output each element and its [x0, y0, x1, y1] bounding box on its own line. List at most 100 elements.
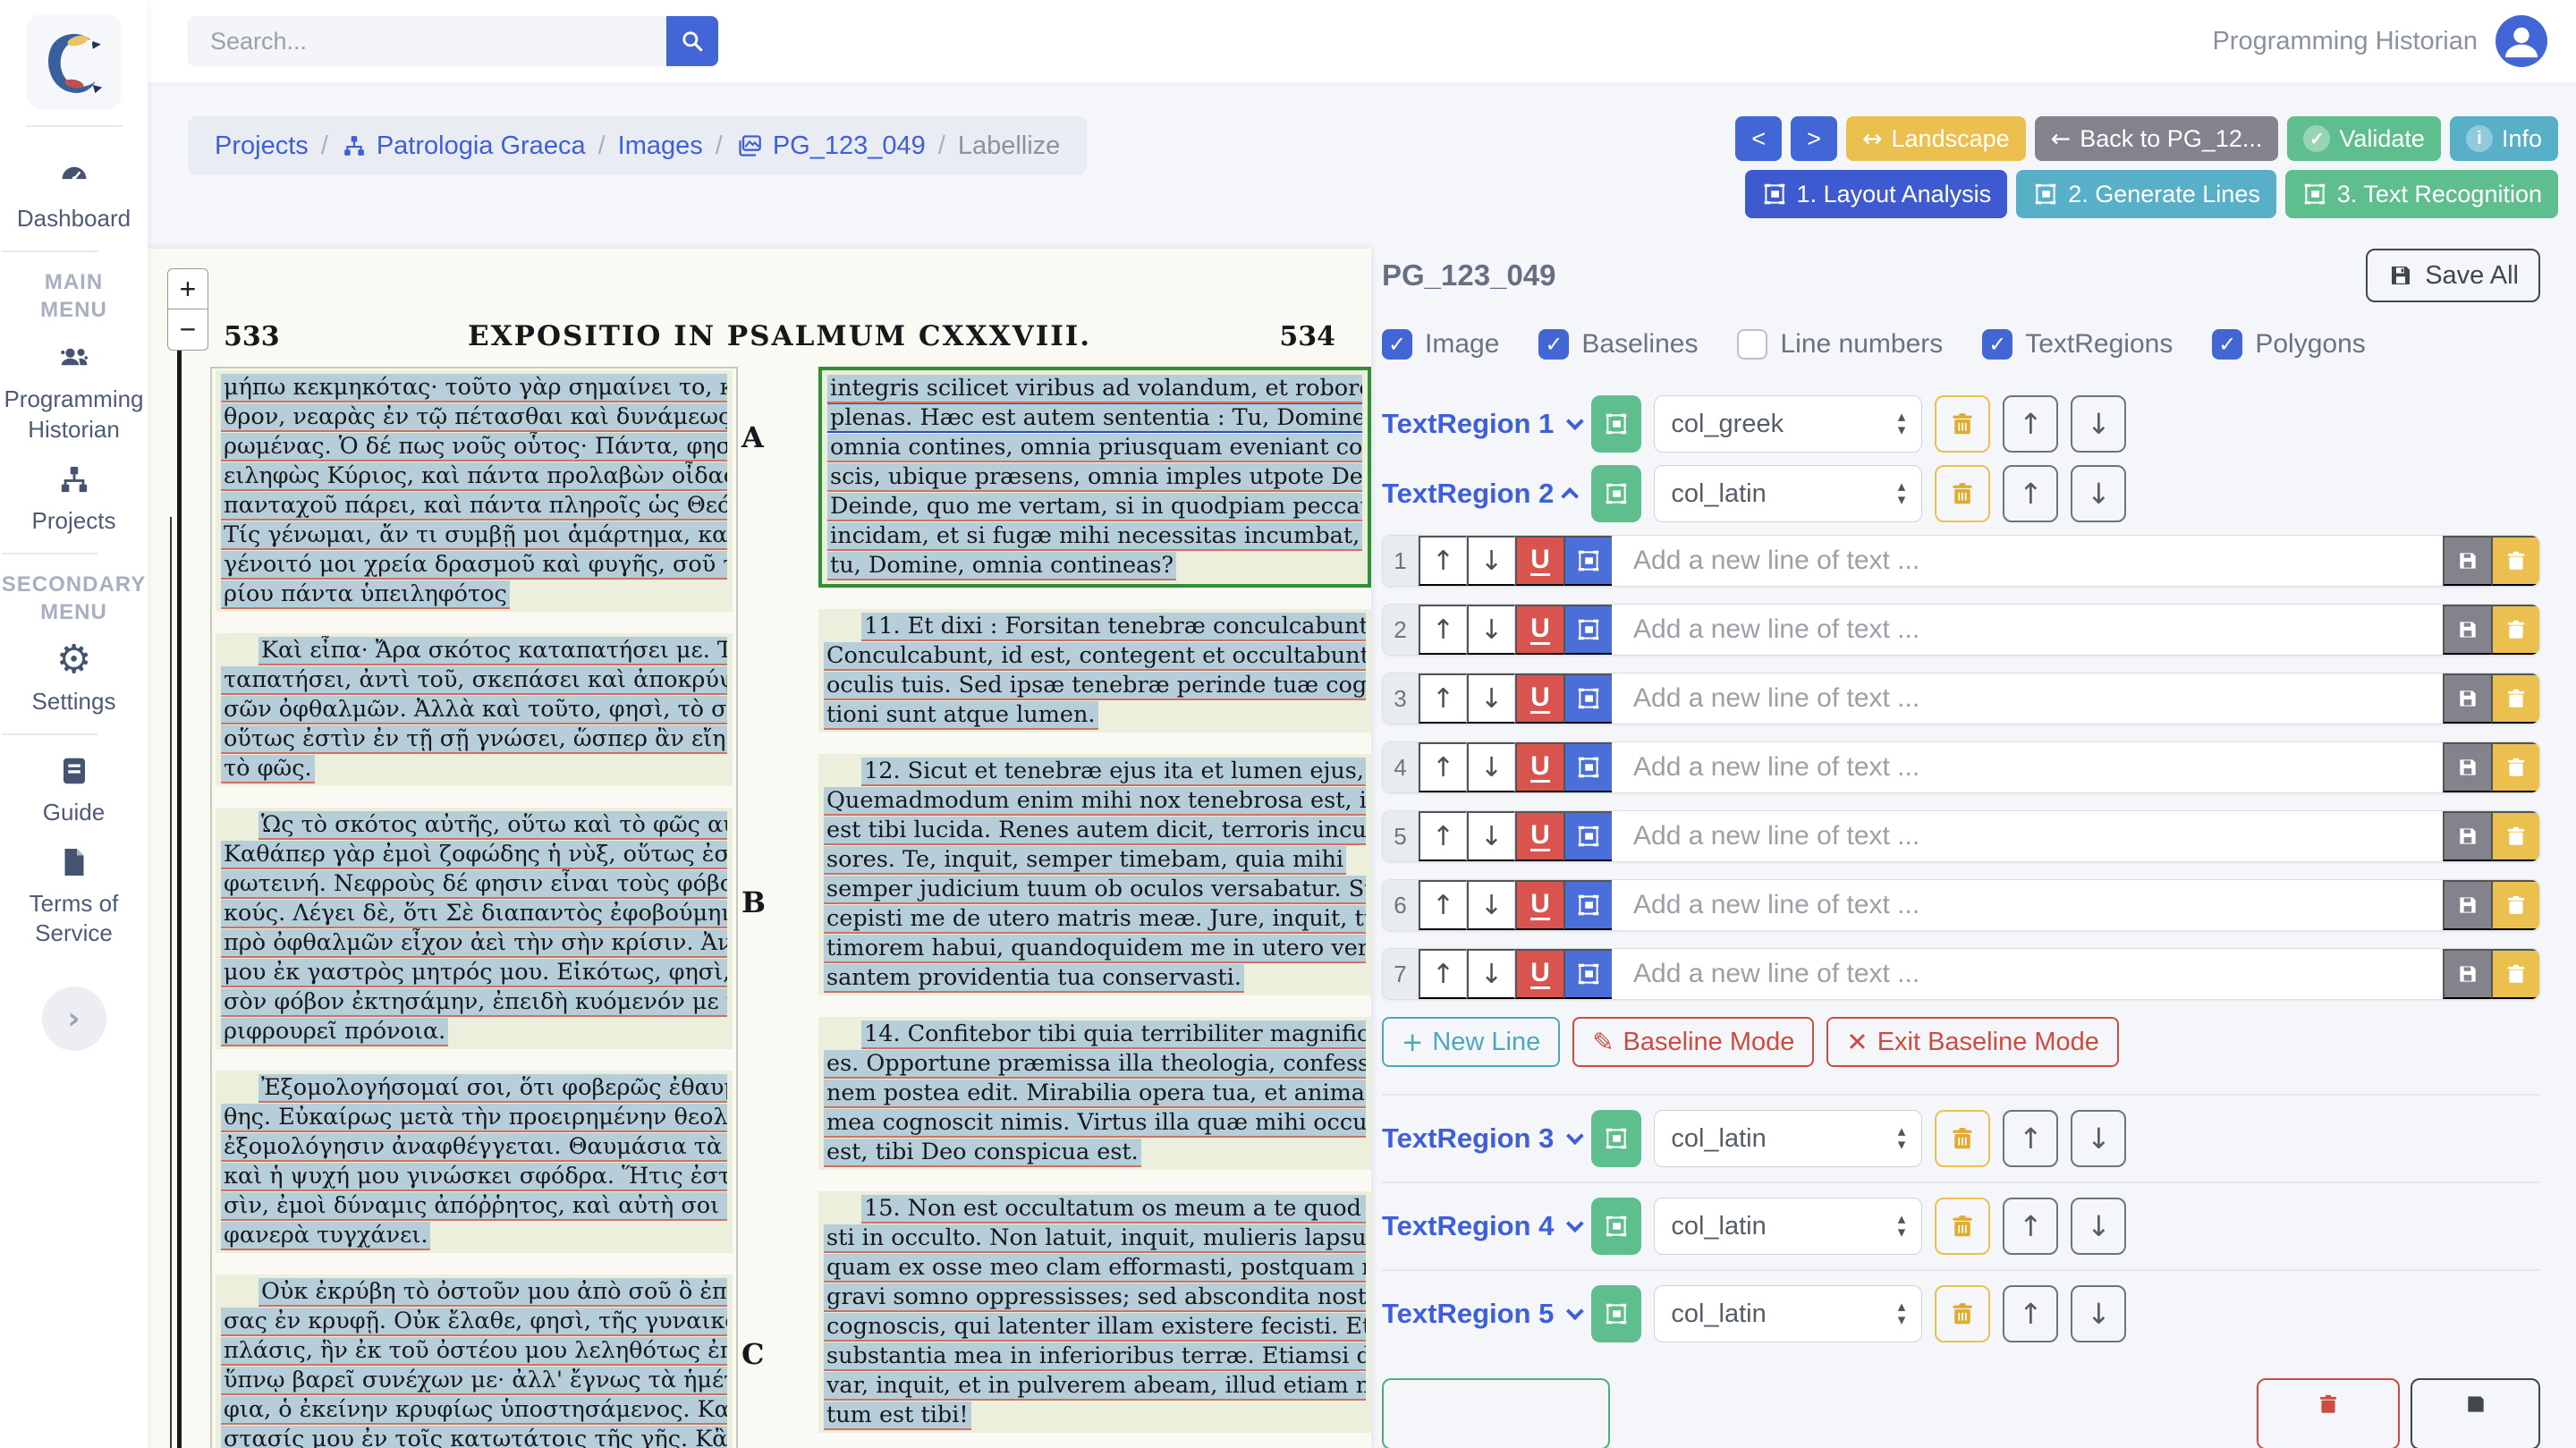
text-recognition-button[interactable]: 3. Text Recognition	[2284, 170, 2558, 218]
search-input[interactable]	[188, 16, 666, 66]
line-highlight[interactable]: oculis tuis. Sed ipsæ tenebræ perinde tu…	[824, 672, 1366, 699]
line-text-input[interactable]	[1612, 949, 2443, 999]
region-move-down-button[interactable]: ↓	[2071, 395, 2127, 453]
line-highlight[interactable]: 11. Et dixi : Forsitan tenebræ conculcab…	[861, 613, 1366, 639]
line-polygon-button[interactable]	[1563, 880, 1612, 930]
line-highlight[interactable]: 12. Sicut et tenebræ ejus ita et lumen e…	[861, 758, 1366, 784]
user-avatar[interactable]	[2496, 15, 2547, 67]
checkbox-line-numbers[interactable]: Line numbers	[1737, 329, 1943, 360]
region-move-up-button[interactable]: ↑	[2003, 1285, 2059, 1342]
line-move-up-button[interactable]: ↑	[1419, 811, 1467, 861]
line-text-input[interactable]	[1612, 673, 2443, 724]
line-highlight[interactable]: cepisti me de utero matris meæ. Jure, in…	[824, 905, 1366, 932]
line-highlight[interactable]: μου ἐκ γαστρὸς μητρός μου. Εἰκότως, φησὶ…	[221, 959, 727, 986]
breadcrumb-link[interactable]: PG_123_049	[735, 131, 926, 161]
line-highlight[interactable]: cognoscis, qui latenter illam existere f…	[824, 1313, 1366, 1340]
checkbox-baselines[interactable]: ✓ Baselines	[1538, 329, 1698, 360]
line-highlight[interactable]: στασίς μου ἐν τοῖς κατωτάτοις τῆς γῆς. Κ…	[221, 1426, 727, 1448]
line-highlight[interactable]: tioni sunt atque lumen.	[824, 701, 1098, 728]
line-delete-button[interactable]	[2491, 605, 2539, 655]
line-highlight[interactable]: gravi somno oppressisses; sed abscondita…	[824, 1283, 1366, 1310]
region-move-up-button[interactable]: ↑	[2003, 1198, 2059, 1255]
line-highlight[interactable]: substantia mea in inferioribus terræ. Et…	[824, 1342, 1366, 1369]
region-polygon-button[interactable]	[1591, 1285, 1642, 1342]
checkbox-box[interactable]	[1737, 329, 1768, 360]
line-save-button[interactable]	[2443, 811, 2491, 861]
line-highlight[interactable]: φωτεινή. Νεφροὺς δέ φησιν εἶναι τοὺς φόβ…	[221, 870, 727, 897]
region-move-down-button[interactable]: ↓	[2071, 465, 2127, 522]
region-move-up-button[interactable]: ↑	[2003, 465, 2059, 522]
line-highlight[interactable]: πανταχοῦ πάρει, καὶ πάντα πληροῖς ὡς Θεό…	[221, 492, 727, 519]
new-textregion-button[interactable]	[1382, 1378, 1610, 1448]
line-highlight[interactable]: est, tibi Deo conspicua est.	[824, 1139, 1141, 1165]
region-move-up-button[interactable]: ↑	[2003, 395, 2059, 453]
line-move-down-button[interactable]: ↓	[1467, 536, 1515, 586]
line-highlight[interactable]: πρὸ ὀφθαλμῶν εἶχον ἀεὶ τὴν σὴν κρίσιν. Ἀ…	[221, 929, 727, 956]
line-highlight[interactable]: σῶν ὀφθαλμῶν. Ἀλλὰ καὶ τοῦτο, φησὶ, τὸ σ…	[221, 696, 727, 723]
line-highlight[interactable]: integris scilicet viribus ad volandum, e…	[827, 375, 1362, 402]
line-delete-button[interactable]	[2491, 880, 2539, 930]
checkbox-box[interactable]: ✓	[1982, 329, 2013, 360]
region-toggle[interactable]: TextRegion 4	[1382, 1210, 1585, 1242]
line-highlight[interactable]: μήπω κεκμηκότας· τοῦτο γὰρ σημαίνει το, …	[221, 374, 727, 401]
line-move-up-button[interactable]: ↑	[1419, 949, 1467, 999]
line-move-down-button[interactable]: ↓	[1467, 811, 1515, 861]
zoom-out-button[interactable]: −	[167, 309, 208, 351]
region-move-down-button[interactable]: ↓	[2071, 1198, 2127, 1255]
line-delete-button[interactable]	[2491, 742, 2539, 792]
line-highlight[interactable]: Ἐξομολογήσομαί σοι, ὅτι φοβερῶς ἐθαυμαστ…	[258, 1074, 727, 1101]
line-move-down-button[interactable]: ↓	[1467, 949, 1515, 999]
region-polygon-button[interactable]	[1591, 395, 1642, 453]
line-highlight[interactable]: ρίου πάντα ὑπειληφότος	[221, 580, 510, 607]
region-delete-button[interactable]	[1935, 1285, 1991, 1342]
region-type-select[interactable]: col_greek ▴ ▾	[1654, 395, 1923, 453]
line-text-input[interactable]	[1612, 742, 2443, 792]
line-save-button[interactable]	[2443, 673, 2491, 724]
line-unicode-button[interactable]: U	[1515, 673, 1563, 724]
line-highlight[interactable]: τὸ φῶς.	[221, 755, 315, 782]
validate-button[interactable]: ✓ Validate	[2287, 116, 2441, 161]
region-toggle[interactable]: TextRegion 3	[1382, 1122, 1585, 1155]
line-highlight[interactable]: plenas. Hæc est autem sententia : Tu, Do…	[827, 403, 1362, 433]
sidebar-item-projects[interactable]: Projects	[2, 460, 146, 537]
line-highlight[interactable]: semper judicium tuum ob oculos versabatu…	[824, 876, 1366, 902]
region-toggle[interactable]: TextRegion 2	[1382, 478, 1580, 510]
line-highlight[interactable]: santem providentia tua conservasti.	[824, 964, 1244, 991]
checkbox-polygons[interactable]: ✓ Polygons	[2212, 329, 2366, 360]
zoom-in-button[interactable]: +	[167, 268, 208, 309]
line-highlight[interactable]: ὕπνῳ βαρεῖ συνέχων με· ἀλλ' ἔγνως τὰ ἡμέ…	[221, 1367, 727, 1393]
latin-column[interactable]: integris scilicet viribus ad volandum, e…	[818, 367, 1371, 1448]
line-highlight[interactable]: ειληφὼς Κύριος, καὶ πάντα προλαβὼν οἶδας…	[221, 462, 727, 489]
line-move-down-button[interactable]: ↓	[1467, 880, 1515, 930]
back-button[interactable]: ← Back to PG_12...	[2034, 116, 2279, 161]
line-move-down-button[interactable]: ↓	[1467, 673, 1515, 724]
info-button[interactable]: i Info	[2449, 116, 2558, 161]
region-move-down-button[interactable]: ↓	[2071, 1110, 2127, 1167]
new-line-button[interactable]: + New Line	[1382, 1017, 1561, 1067]
line-highlight[interactable]: incidam, et si fugæ mihi necessitas incu…	[827, 522, 1362, 549]
line-highlight[interactable]: nem postea edit. Mirabilia opera tua, et…	[824, 1080, 1366, 1106]
generate-lines-button[interactable]: 2. Generate Lines	[2016, 170, 2276, 218]
region-type-select[interactable]: col_latin ▴ ▾	[1654, 1110, 1923, 1167]
line-move-up-button[interactable]: ↑	[1419, 880, 1467, 930]
line-unicode-button[interactable]: U	[1515, 949, 1563, 999]
region-move-down-button[interactable]: ↓	[2071, 1285, 2127, 1342]
line-highlight[interactable]: sores. Te, inquit, semper timebam, quia …	[824, 846, 1347, 873]
landscape-button[interactable]: ↔ Landscape	[1845, 116, 2026, 161]
greek-column-region[interactable]: μήπω κεκμηκότας· τοῦτο γὰρ σημαίνει το, …	[210, 367, 738, 1448]
line-highlight[interactable]: φια, ὁ ἐκείνην κρυφίως ὑποστησάμενος. Κα…	[221, 1396, 727, 1423]
region-polygon-button[interactable]	[1591, 1198, 1642, 1255]
search-button[interactable]	[666, 16, 718, 66]
line-unicode-button[interactable]: U	[1515, 536, 1563, 586]
region-delete-button[interactable]	[1935, 1110, 1991, 1167]
region-move-up-button[interactable]: ↑	[2003, 1110, 2059, 1167]
checkbox-image[interactable]: ✓ Image	[1382, 329, 1499, 360]
region-delete-button[interactable]	[1935, 1198, 1991, 1255]
line-unicode-button[interactable]: U	[1515, 811, 1563, 861]
line-move-up-button[interactable]: ↑	[1419, 742, 1467, 792]
sidebar-item-terms-of-service[interactable]: Terms of Service	[2, 843, 146, 950]
region-delete-button[interactable]	[1935, 395, 1991, 453]
baseline-mode-button[interactable]: ✎ Baseline Mode	[1572, 1017, 1815, 1067]
line-highlight[interactable]: Καὶ εἶπα· Ἄρα σκότος καταπατήσει με. Τὸ,…	[258, 637, 727, 664]
line-polygon-button[interactable]	[1563, 536, 1612, 586]
